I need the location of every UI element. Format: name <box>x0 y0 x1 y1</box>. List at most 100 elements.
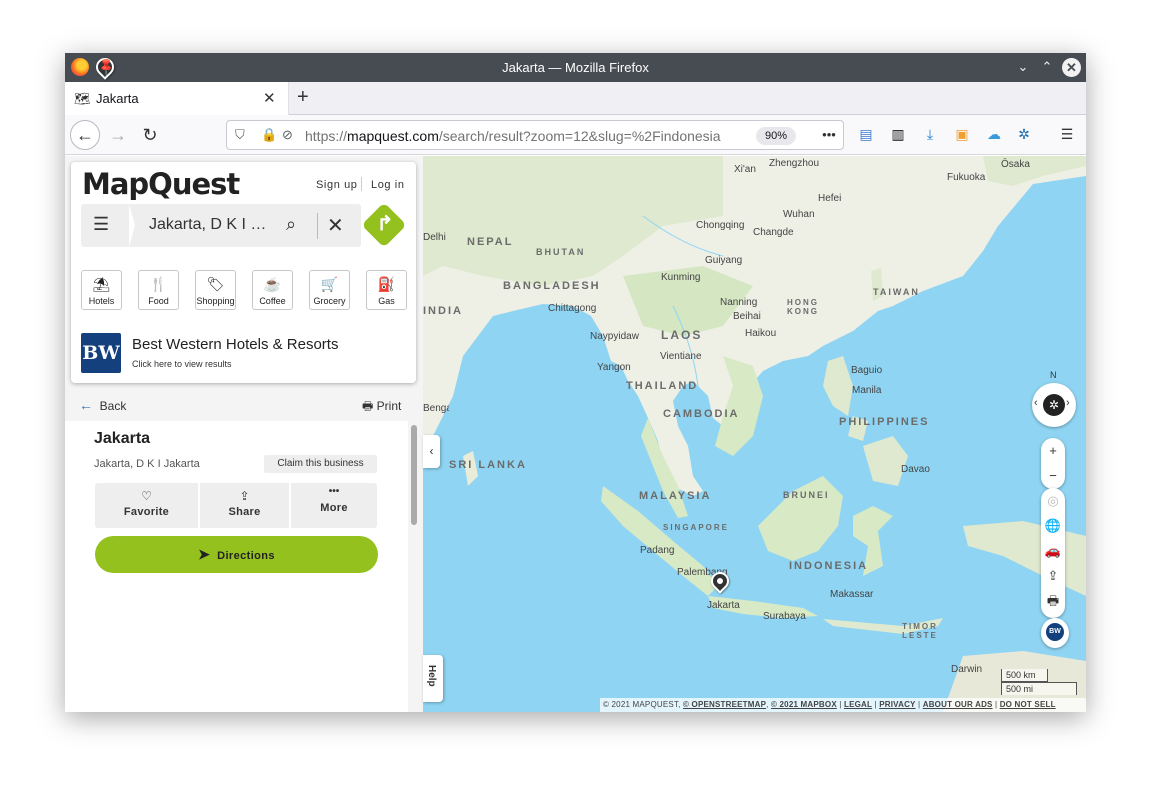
map-city-label: Baguio <box>851 365 883 376</box>
action-label: Share <box>228 506 261 518</box>
category-label: Hotels <box>88 296 115 306</box>
search-divider <box>129 204 135 247</box>
close-window-icon[interactable]: ✕ <box>1062 58 1081 77</box>
permissions-icon[interactable]: ⊘ <box>282 127 293 143</box>
search-input[interactable]: Jakarta, D K I … <box>149 216 284 234</box>
map-label-brunei: BRUNEI <box>783 490 830 500</box>
collapse-sidebar-button[interactable]: ‹ <box>423 435 440 468</box>
category-food[interactable]: 🍴 Food <box>138 270 179 310</box>
share-button[interactable]: ⇪ Share <box>200 483 289 528</box>
sign-up-link[interactable]: Sign up <box>316 179 358 191</box>
map-label-indonesia: INDONESIA <box>789 560 869 572</box>
map-label-timor-leste: TIMOR LESTE <box>902 622 938 640</box>
page-content: MapQuest Sign up Log in ☰ Jakarta, D K I… <box>65 156 1086 712</box>
category-hotels[interactable]: ⛱ Hotels <box>81 270 122 310</box>
clear-icon[interactable]: ✕ <box>327 213 344 238</box>
download-icon[interactable]: ⤓ <box>921 125 939 143</box>
map-label-bhutan: BHUTAN <box>536 247 586 257</box>
url-bar[interactable]: ⛉ 🔒 ⊘ https://mapquest.com/search/result… <box>226 120 844 150</box>
extension-cloud-icon[interactable]: ☁ <box>985 125 1003 143</box>
privacy-link[interactable]: PRIVACY <box>879 700 915 709</box>
maximize-icon[interactable]: ⌃ <box>1037 57 1057 77</box>
about-ads-link[interactable]: ABOUT OUR ADS <box>923 700 993 709</box>
ad-title[interactable]: Best Western Hotels & Resorts <box>132 336 338 353</box>
mapbox-link[interactable]: © 2021 MAPBOX <box>771 700 837 709</box>
search-icon[interactable]: ⌕ <box>286 214 296 235</box>
place-name: Jakarta <box>94 430 151 447</box>
more-button[interactable]: ••• More <box>291 483 377 528</box>
map-city-label: Darwin <box>951 664 983 675</box>
do-not-sell-link[interactable]: DO NOT SELL <box>1000 700 1056 709</box>
map-city-label: Haikou <box>745 328 777 339</box>
category-shopping[interactable]: 🏷 Shopping <box>195 270 236 310</box>
search-card: MapQuest Sign up Log in ☰ Jakarta, D K I… <box>71 162 416 383</box>
globe-icon[interactable]: 🌐 <box>1041 513 1065 538</box>
map-city-label: Bengaluru <box>423 403 449 414</box>
more-dots-icon: ••• <box>328 486 340 497</box>
minimize-icon[interactable]: ⌄ <box>1013 57 1033 77</box>
rotate-left-icon[interactable]: ‹ <box>1034 397 1038 409</box>
reader-icon[interactable]: ▤ <box>857 125 875 143</box>
lock-icon[interactable]: 🔒 <box>261 127 277 143</box>
share-icon: ⇪ <box>239 489 250 503</box>
share-map-icon[interactable]: ⇪ <box>1041 563 1065 588</box>
route-arrow-icon: ↱ <box>376 213 394 235</box>
auth-divider <box>361 177 362 191</box>
ad-subtitle[interactable]: Click here to view results <box>132 359 232 369</box>
zoom-control: + − <box>1041 438 1065 489</box>
action-label: More <box>320 502 348 514</box>
library-icon[interactable]: ▥ <box>889 125 907 143</box>
map-city-label: Changde <box>753 227 794 238</box>
hotel-icon: ⛱ <box>92 276 111 292</box>
place-details: Jakarta Jakarta, D K I Jakarta Claim thi… <box>65 421 408 712</box>
extension-gear-icon[interactable]: ✲ <box>1015 125 1033 143</box>
scrollbar[interactable] <box>411 425 417 525</box>
page-actions-button[interactable]: ••• <box>814 120 844 150</box>
forward-button[interactable]: → <box>103 120 133 150</box>
zoom-in-button[interactable]: + <box>1041 438 1065 463</box>
menu-icon[interactable]: ☰ <box>1058 125 1076 143</box>
map-canvas[interactable]: NEPAL BHUTAN BANGLADESH INDIA LAOS THAIL… <box>423 156 1086 712</box>
best-western-map-pin[interactable]: BW <box>1041 618 1069 648</box>
zoom-out-button[interactable]: − <box>1041 463 1065 488</box>
category-coffee[interactable]: ☕ Coffee <box>252 270 293 310</box>
osm-link[interactable]: © OPENSTREETMAP <box>683 700 766 709</box>
category-gas[interactable]: ⛽ Gas <box>366 270 407 310</box>
map-city-label: Ōsaka <box>1001 159 1030 170</box>
claim-business-button[interactable]: Claim this business <box>264 455 377 473</box>
tab-jakarta[interactable]: 🗺 Jakarta ✕ <box>65 82 289 115</box>
compass-control[interactable]: N ‹ ✲ › <box>1032 370 1076 427</box>
reload-button[interactable]: ↻ <box>135 120 165 150</box>
compass-icon[interactable]: ✲ <box>1043 394 1065 416</box>
map-tools: ◎ 🌐 🚗 ⇪ 🖶 <box>1041 488 1065 618</box>
favorite-button[interactable]: ♡ Favorite <box>95 483 198 528</box>
hamburger-icon[interactable]: ☰ <box>93 214 109 235</box>
map-city-label: Wuhan <box>783 209 815 220</box>
url-text[interactable]: https://mapquest.com/search/result?zoom=… <box>305 128 745 144</box>
new-tab-button[interactable]: + <box>297 86 309 109</box>
category-label: Grocery <box>313 296 346 306</box>
close-tab-icon[interactable]: ✕ <box>263 89 276 107</box>
locate-icon[interactable]: ◎ <box>1041 488 1065 513</box>
rotate-right-icon[interactable]: › <box>1066 397 1070 409</box>
zoom-badge[interactable]: 90% <box>756 127 796 145</box>
mapquest-logo[interactable]: MapQuest <box>82 167 240 201</box>
print-map-icon[interactable]: 🖶 <box>1041 588 1065 613</box>
help-button[interactable]: Help <box>423 655 443 702</box>
directions-button[interactable]: ➤ Directions <box>95 536 378 573</box>
back-button[interactable]: ← <box>70 120 100 150</box>
map-label-cambodia: CAMBODIA <box>663 408 740 420</box>
extension-icon[interactable]: ▣ <box>953 125 971 143</box>
map-city-label: Xi'an <box>734 164 756 175</box>
shield-icon[interactable]: ⛉ <box>235 127 245 143</box>
map-label-singapore: SINGAPORE <box>663 523 730 532</box>
legal-link[interactable]: LEGAL <box>844 700 872 709</box>
print-link[interactable]: 🖶 Print <box>362 397 401 418</box>
category-grocery[interactable]: 🛒 Grocery <box>309 270 350 310</box>
back-link[interactable]: ← Back <box>79 397 126 413</box>
log-in-link[interactable]: Log in <box>371 179 405 191</box>
map-city-label: Hefei <box>818 193 842 204</box>
action-bar: ♡ Favorite ⇪ Share ••• More <box>95 483 377 528</box>
traffic-icon[interactable]: 🚗 <box>1041 538 1065 563</box>
map-city-label: Naypyidaw <box>590 331 639 342</box>
